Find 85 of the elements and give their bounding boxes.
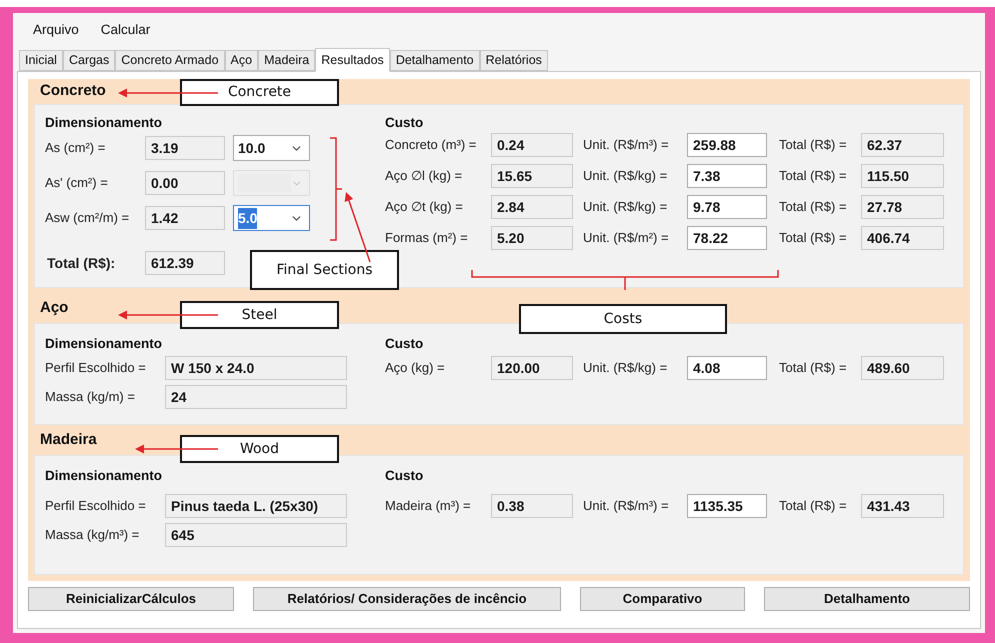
field-label: Madeira (m³) =: [385, 497, 472, 516]
readonly-field: 406.74: [861, 226, 944, 250]
menu-item[interactable]: Arquivo: [33, 20, 79, 40]
group-heading: Dimensionamento: [45, 467, 164, 485]
readonly-field: 24: [165, 385, 347, 409]
tab[interactable]: Detalhamento: [390, 50, 480, 71]
readonly-field: 645: [165, 523, 347, 547]
field-label: Total (R$) =: [779, 229, 848, 248]
field-label: Total (R$):: [47, 254, 116, 273]
tab[interactable]: Madeira: [258, 50, 316, 71]
group-heading: Dimensionamento: [45, 335, 164, 353]
readonly-field: 431.43: [861, 494, 944, 518]
readonly-field: 2.84: [491, 195, 573, 219]
readonly-field: Pinus taeda L. (25x30): [165, 494, 347, 518]
field-label: Aço ∅t (kg) =: [385, 198, 464, 216]
field-label: Perfil Escolhido =: [45, 497, 147, 516]
group-heading: Custo: [385, 335, 424, 353]
field-label: Total (R$) =: [779, 359, 848, 378]
group-heading: Custo: [385, 467, 424, 485]
input-field[interactable]: 7.38: [687, 164, 767, 188]
readonly-field: 612.39: [145, 251, 225, 275]
field-label: Unit. (R$/m²) =: [583, 229, 670, 248]
action-button[interactable]: Relatórios/ Considerações de incêncio: [253, 587, 561, 611]
readonly-field: 5.20: [491, 226, 573, 250]
field-label: Unit. (R$/kg) =: [583, 198, 668, 216]
field-label: Perfil Escolhido =: [45, 359, 147, 378]
field-label: Aço (kg) =: [385, 359, 446, 378]
tab[interactable]: Concreto Armado: [115, 50, 225, 71]
field-label: Massa (kg/m) =: [45, 388, 136, 406]
readonly-field: 115.50: [861, 164, 944, 188]
field-label: Total (R$) =: [779, 198, 848, 216]
readonly-field: W 150 x 24.0: [165, 356, 347, 380]
field-label: Unit. (R$/m³) =: [583, 497, 670, 516]
field-label: Total (R$) =: [779, 136, 848, 154]
dropdown[interactable]: 5.0: [233, 205, 310, 231]
field-label: Concreto (m³) =: [385, 136, 478, 154]
dropdown-value: 10.0: [238, 138, 266, 158]
annotation-label: Costs: [519, 304, 727, 334]
field-label: As' (cm²) =: [45, 174, 109, 192]
field-label: As (cm²) =: [45, 139, 106, 158]
group-heading: Dimensionamento: [45, 114, 164, 132]
tab[interactable]: Relatórios: [480, 50, 548, 71]
field-label: Total (R$) =: [779, 497, 848, 516]
section-title: Concreto: [40, 82, 106, 99]
readonly-field: 0.00: [145, 171, 225, 195]
readonly-field: 120.00: [491, 356, 573, 380]
annotation-label: Final Sections: [250, 250, 399, 290]
field-label: Formas (m²) =: [385, 229, 469, 248]
readonly-field: 27.78: [861, 195, 944, 219]
group-heading: Custo: [385, 114, 424, 132]
readonly-field: 62.37: [861, 133, 944, 157]
section-title: Madeira: [40, 431, 97, 448]
field-label: Total (R$) =: [779, 167, 848, 186]
action-button[interactable]: Comparativo: [580, 587, 745, 611]
readonly-field: 0.24: [491, 133, 573, 157]
tab[interactable]: Resultados: [315, 48, 390, 72]
field-label: Unit. (R$/kg) =: [583, 167, 668, 186]
input-field[interactable]: 259.88: [687, 133, 767, 157]
tab[interactable]: Aço: [224, 50, 258, 71]
dropdown-value: 5.0: [238, 208, 258, 228]
input-field[interactable]: 1135.35: [687, 494, 767, 518]
tab[interactable]: Cargas: [62, 50, 116, 71]
field-label: Unit. (R$/m³) =: [583, 136, 670, 154]
menu-item[interactable]: Calcular: [100, 20, 150, 40]
field-label: Asw (cm²/m) =: [45, 209, 130, 228]
field-label: Massa (kg/m³) =: [45, 526, 140, 544]
annotation-label: Steel: [180, 301, 339, 329]
dropdown[interactable]: 10.0: [233, 135, 310, 161]
input-field[interactable]: 4.08: [687, 356, 767, 380]
readonly-field: 0.38: [491, 494, 573, 518]
annotation-label: Wood: [180, 435, 339, 463]
field-label: Aço ∅l (kg) =: [385, 167, 464, 186]
field-label: Unit. (R$/kg) =: [583, 359, 668, 378]
section-title: Aço: [40, 299, 68, 316]
input-field[interactable]: 78.22: [687, 226, 767, 250]
action-button[interactable]: ReinicializarCálculos: [28, 587, 234, 611]
readonly-field: 3.19: [145, 136, 225, 160]
input-field[interactable]: 9.78: [687, 195, 767, 219]
readonly-field: 15.65: [491, 164, 573, 188]
annotation-label: Concrete: [180, 79, 339, 106]
action-button[interactable]: Detalhamento: [764, 587, 970, 611]
arrow: [344, 192, 371, 262]
readonly-field: 1.42: [145, 206, 225, 230]
tab[interactable]: Inicial: [19, 50, 63, 71]
readonly-field: 489.60: [861, 356, 944, 380]
